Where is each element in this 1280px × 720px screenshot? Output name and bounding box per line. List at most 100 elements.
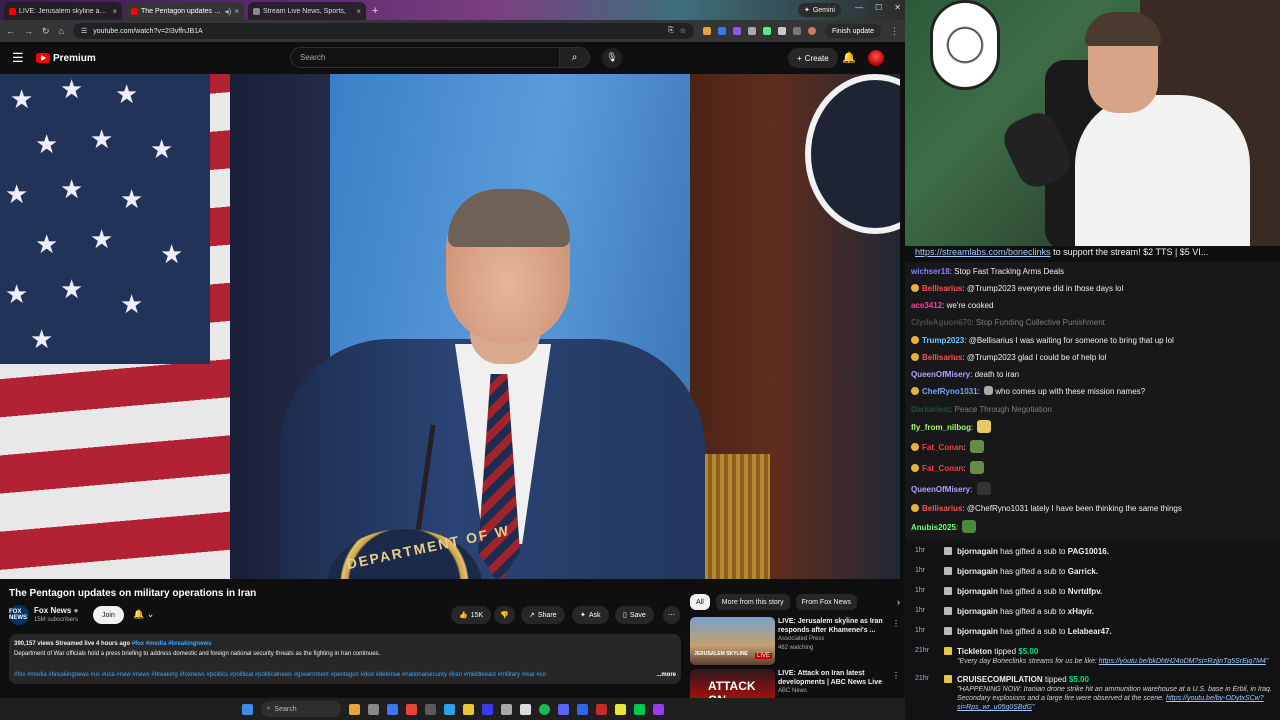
search-input[interactable]: Search <box>290 47 560 68</box>
video-description[interactable]: 390,157 views Streamed live 4 hours ago … <box>9 634 681 684</box>
profile-icon[interactable] <box>807 27 816 35</box>
tab-label: LIVE: Jerusalem skyline as Iran <box>19 7 110 15</box>
gift-sub-icon <box>944 627 952 635</box>
app-icon[interactable] <box>424 703 436 715</box>
more-menu-icon[interactable]: ⋮ <box>890 26 899 37</box>
finish-update-button[interactable]: Finish update <box>824 24 881 38</box>
speaker-icon[interactable]: ◂) <box>225 7 232 16</box>
ticker-link[interactable]: https://streamlabs.com/boneclinks <box>915 247 1051 257</box>
flag-canton: ★ ★ ★ ★ ★ ★ ★ ★ ★ ★ ★ ★ ★ ★ ★ ★ <box>0 74 210 364</box>
sparkle-icon: ✦ <box>580 612 586 619</box>
search-bar: Search ⌕ 🎙 <box>290 47 622 68</box>
url-field[interactable]: ☰ youtube.com/watch?v=2I3vffnJB1A ⎘ ☆ <box>72 23 694 39</box>
more-actions-button[interactable]: ⋯ <box>663 606 680 624</box>
extension-icon[interactable] <box>717 27 726 35</box>
share-button[interactable]: ↗ Share <box>521 606 565 624</box>
close-window-icon[interactable]: ✕ <box>894 3 901 12</box>
chat-badge-icon <box>911 284 919 292</box>
app-icon[interactable] <box>633 703 645 715</box>
app-icon[interactable] <box>595 703 607 715</box>
more-vert-icon[interactable]: ⋮ <box>892 619 900 628</box>
account-avatar[interactable] <box>868 50 884 66</box>
extension-icon[interactable] <box>762 27 771 35</box>
app-icon[interactable] <box>386 703 398 715</box>
like-button[interactable]: 👍 15K <box>451 606 492 624</box>
chrome-icon[interactable] <box>405 703 417 715</box>
minimize-icon[interactable]: — <box>855 3 863 12</box>
app-icon[interactable] <box>481 703 493 715</box>
create-button[interactable]: + Create <box>788 48 838 68</box>
tab-stream-live-news[interactable]: Stream Live News, Sports, × <box>248 2 366 20</box>
voice-search-button[interactable]: 🎙 <box>602 47 622 68</box>
channel-avatar[interactable]: FOX NEWS <box>9 605 29 625</box>
extension-icon[interactable] <box>702 27 711 35</box>
video-player[interactable]: ★ ★ ★ ★ ★ ★ ★ ★ ★ ★ ★ ★ ★ ★ ★ ★ DEPARTMENT OF W <box>0 74 900 579</box>
maximize-icon[interactable]: ☐ <box>875 3 882 12</box>
spotify-icon[interactable] <box>538 703 550 715</box>
emote-icon <box>969 461 984 474</box>
close-icon[interactable]: × <box>112 7 117 16</box>
more-vert-icon[interactable]: ⋮ <box>892 671 900 680</box>
chat-message: Fat_Conan: <box>911 439 984 456</box>
extension-icon[interactable] <box>732 27 741 35</box>
app-icon[interactable] <box>367 703 379 715</box>
app-icon[interactable] <box>576 703 588 715</box>
close-icon[interactable]: × <box>234 7 239 16</box>
sidebar-icon[interactable] <box>792 27 801 35</box>
tab-pentagon[interactable]: The Pentagon updates on m ◂) × <box>126 2 244 20</box>
forward-icon[interactable]: → <box>24 26 33 36</box>
ask-button[interactable]: ✦ Ask <box>572 606 609 624</box>
description-meta: 390,157 views Streamed live 4 hours ago … <box>14 641 212 647</box>
search-icon: ⌕ <box>266 705 271 712</box>
chevron-right-icon[interactable]: › <box>897 597 900 607</box>
subscription-bell-icon[interactable]: 🔔 ⌄ <box>133 609 154 620</box>
home-icon[interactable]: ⌂ <box>59 26 64 36</box>
close-icon[interactable]: × <box>356 7 361 16</box>
video-thumbnail[interactable]: JERUSALEM SKYLINE LIVE <box>690 617 775 665</box>
youtube-premium-logo[interactable]: Premium <box>36 53 96 64</box>
search-button[interactable]: ⌕ <box>560 47 590 68</box>
description-text: Department of War officials hold a press… <box>14 651 381 657</box>
chip-from-fox-news[interactable]: From Fox News <box>795 594 858 610</box>
star-icon[interactable]: ☆ <box>680 27 686 35</box>
chat-message: ChefRyno1031: who comes up with these mi… <box>911 383 1145 400</box>
emote-icon <box>969 440 984 453</box>
reload-icon[interactable]: ↻ <box>42 26 50 37</box>
app-icon[interactable] <box>500 703 512 715</box>
windows-start-icon[interactable] <box>241 703 253 715</box>
extension-icon[interactable] <box>747 27 756 35</box>
extensions-puzzle-icon[interactable] <box>777 27 786 35</box>
join-button[interactable]: Join <box>93 606 124 624</box>
dislike-button[interactable]: 👎 <box>494 606 515 624</box>
app-icon[interactable] <box>348 703 360 715</box>
chat-message: fly_from_nilbog: <box>911 419 992 436</box>
notifications-bell-icon[interactable]: 🔔 <box>842 51 856 64</box>
discord-icon[interactable] <box>557 703 569 715</box>
related-video-item[interactable]: JERUSALEM SKYLINE LIVE LIVE: Jerusalem s… <box>690 617 900 667</box>
tab-jerusalem-live[interactable]: LIVE: Jerusalem skyline as Iran × <box>4 2 122 20</box>
emote-icon <box>977 420 992 433</box>
site-info-icon[interactable]: ☰ <box>81 27 87 35</box>
microphone-icon: 🎙 <box>606 52 618 62</box>
install-icon[interactable]: ⎘ <box>668 27 674 35</box>
gemini-button[interactable]: ✦ Gemini <box>797 3 841 17</box>
channel-name[interactable]: Fox News ● <box>34 606 78 615</box>
chat-message: Bellisarius: @ChefRyno1031 lately I have… <box>911 500 1182 517</box>
app-icon[interactable] <box>443 703 455 715</box>
logo-text: Premium <box>53 52 96 64</box>
taskbar-search[interactable]: ⌕ Search <box>260 701 341 717</box>
ellipsis-icon: ⋯ <box>668 612 675 619</box>
back-icon[interactable]: ← <box>6 26 15 36</box>
save-button[interactable]: ▯ Save <box>615 606 654 624</box>
description-hashtags[interactable]: #fox #media #breakingnews #us #usa #new … <box>14 670 614 680</box>
app-icon[interactable] <box>652 703 664 715</box>
hamburger-menu-icon[interactable]: ☰ <box>12 50 36 66</box>
chip-more-from-story[interactable]: More from this story <box>715 594 790 610</box>
app-icon[interactable] <box>614 703 626 715</box>
related-meta: 462 watching <box>778 645 814 651</box>
new-tab-icon[interactable]: + <box>372 2 378 20</box>
file-explorer-icon[interactable] <box>462 703 474 715</box>
chip-all[interactable]: All <box>690 594 710 610</box>
app-icon[interactable] <box>519 703 531 715</box>
show-more-link[interactable]: ...more <box>656 670 676 680</box>
